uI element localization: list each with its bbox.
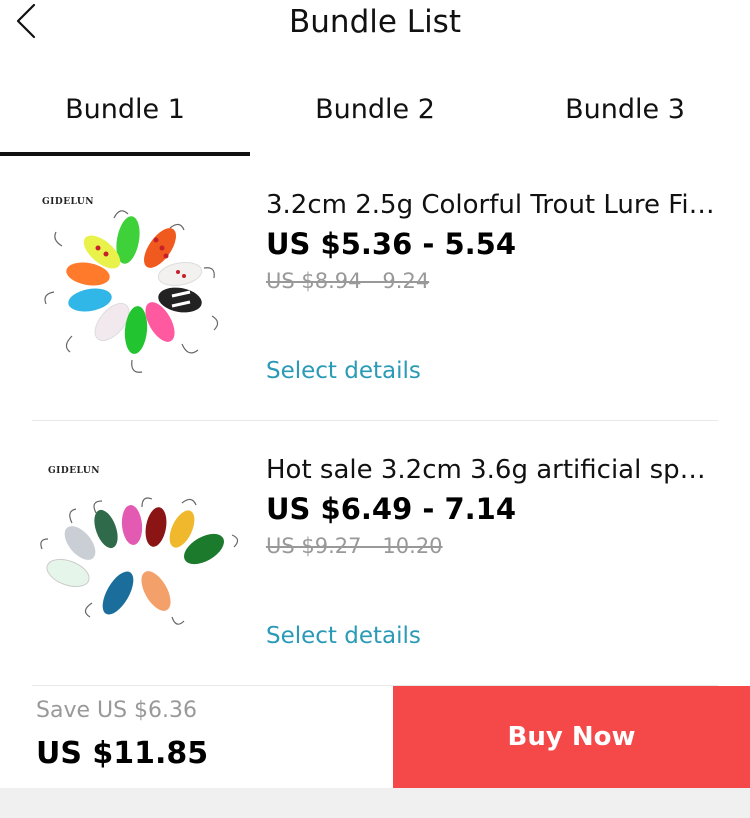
price: US $6.49 - 7.14 [266,492,517,526]
brand-logo: GIDELUN [48,466,100,476]
savings-text: Save US $6.36 [36,698,198,723]
page-title: Bundle List [289,4,461,40]
original-price: US $9.27 - 10.20 [266,534,443,558]
price: US $5.36 - 5.54 [266,227,517,261]
total-price: US $11.85 [36,736,209,771]
select-details-link[interactable]: Select details [266,358,421,384]
divider [32,420,718,421]
product-title[interactable]: Hot sale 3.2cm 3.6g artificial spoon lur… [266,453,718,487]
brand-logo: GIDELUN [42,197,94,207]
bundle-item[interactable]: GIDELUN 3.2cm 2.5g Colorful Trout Lure F… [32,188,718,398]
tab-bundle-1[interactable]: Bundle 1 [0,94,250,125]
active-tab-indicator [0,152,250,156]
select-details-link[interactable]: Select details [266,623,421,649]
buy-now-button[interactable]: Buy Now [393,686,750,788]
bundle-tabs: Bundle 1 Bundle 2 Bundle 3 [0,80,750,158]
bundle-item[interactable]: GIDELUN Hot sale 3.2cm 3.6g artificial s… [32,453,718,663]
product-image[interactable]: GIDELUN [32,453,242,653]
tab-bundle-3[interactable]: Bundle 3 [500,94,750,125]
checkout-bar: Save US $6.36 US $11.85 Buy Now [0,686,750,788]
header: Bundle List [0,0,750,50]
original-price: US $8.94 - 9.24 [266,269,430,293]
product-image[interactable]: GIDELUN [32,188,242,388]
tab-bundle-2[interactable]: Bundle 2 [250,94,500,125]
bottom-spacer [0,788,750,818]
product-title[interactable]: 3.2cm 2.5g Colorful Trout Lure Fishing S… [266,188,718,222]
